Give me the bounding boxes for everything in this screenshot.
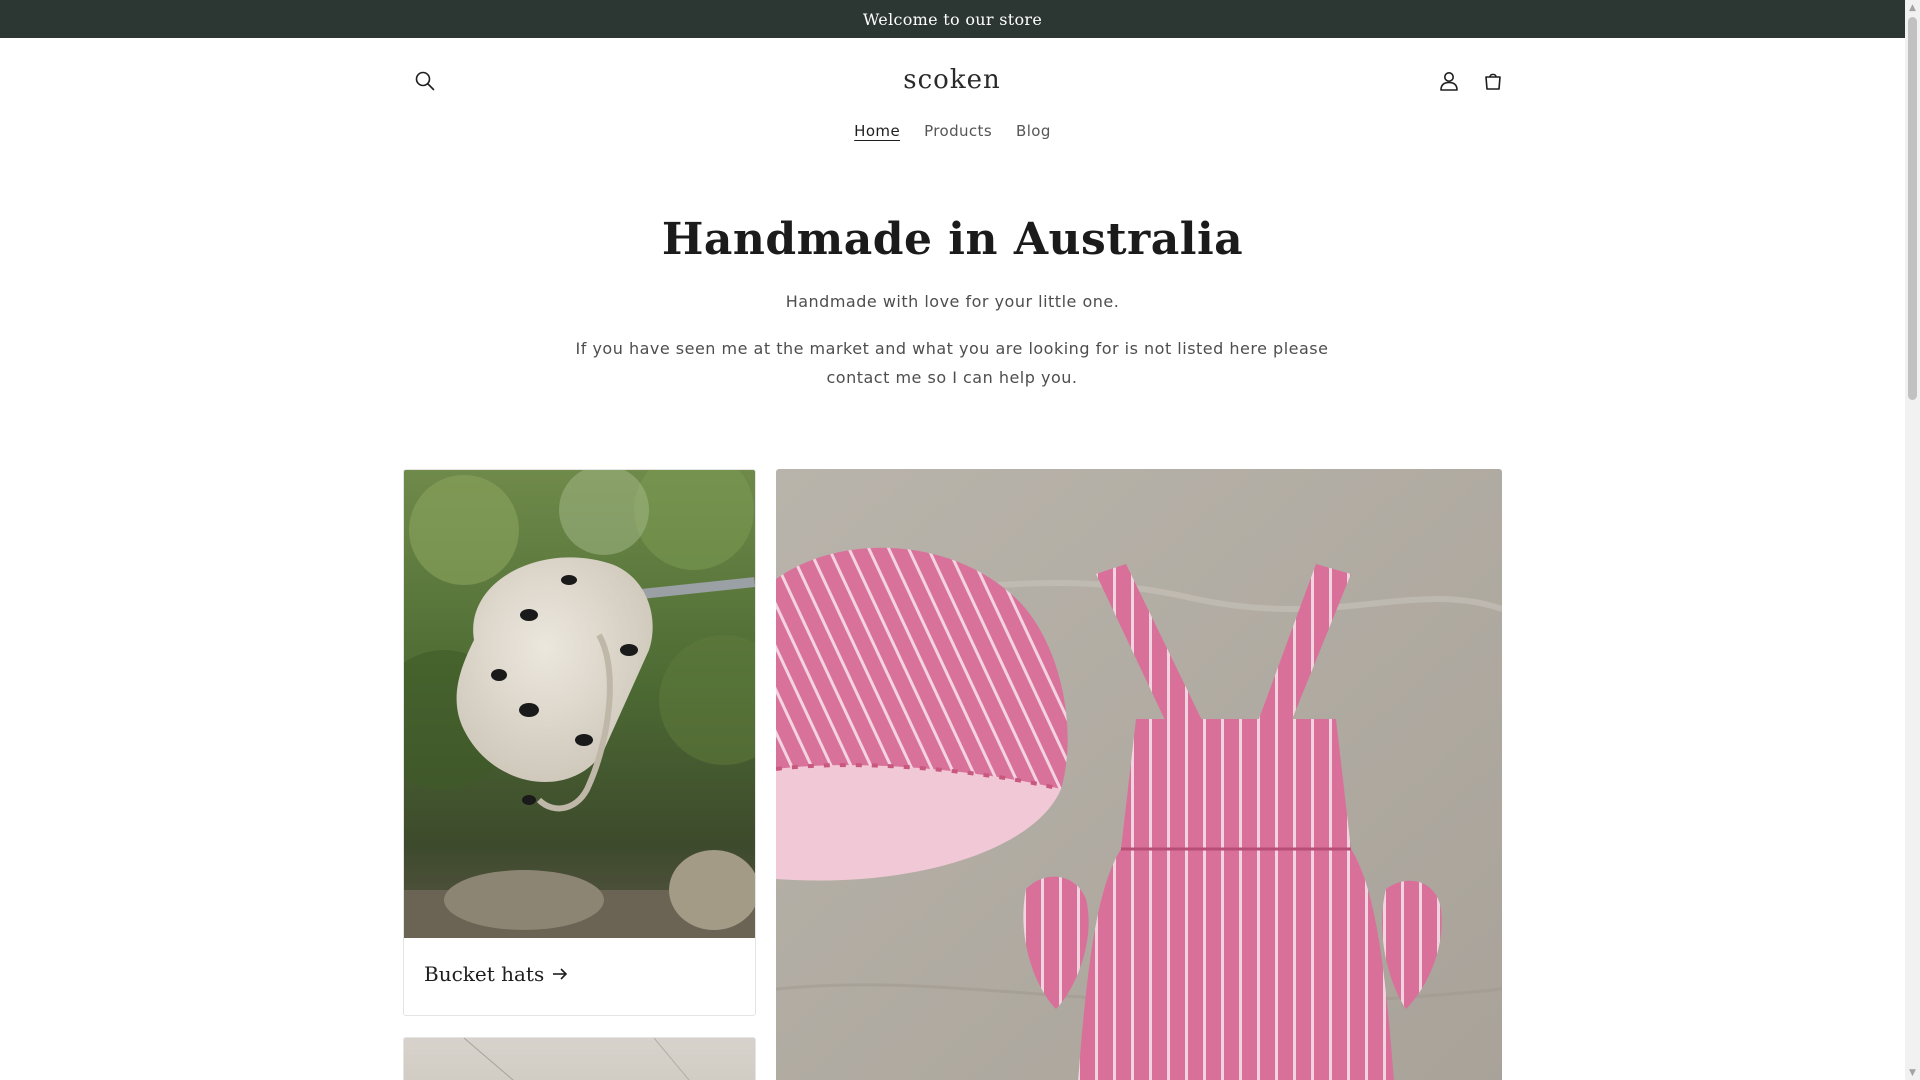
collection-title: Bucket hats [424,962,545,986]
page-scrollbar[interactable]: ▲ ▼ [1905,0,1920,1080]
collection-card-secondary[interactable] [403,1037,756,1080]
cart-button[interactable] [1472,62,1514,100]
search-icon [415,71,435,91]
nav-item-home[interactable]: Home [842,118,912,148]
collection-title-link[interactable]: Bucket hats [424,962,568,986]
arrow-right-icon [553,968,568,980]
pink-overalls-image [776,469,1502,1080]
collection-card-featured[interactable] [776,469,1502,1080]
account-icon [1440,72,1458,91]
nav-item-blog[interactable]: Blog [1004,118,1063,148]
bucket-hat-image [404,470,755,938]
hero-title: Handmade in Australia [661,214,1244,265]
main-nav: Home Products Blog [0,118,1905,148]
store-logo[interactable]: scoken [852,60,1052,100]
hero-subtitle: Handmade with love for your little one. [785,292,1120,311]
scrollbar-thumb[interactable] [1908,17,1917,400]
collection-card-bucket-hats[interactable]: Bucket hats [403,469,756,1016]
announcement-bar: Welcome to our store [0,0,1905,38]
scroll-up-arrow-icon[interactable]: ▲ [1905,0,1920,15]
announcement-text: Welcome to our store [862,9,1043,29]
account-button[interactable] [1428,62,1470,100]
cart-icon [1485,73,1501,90]
scroll-down-arrow-icon[interactable]: ▼ [1905,1065,1920,1080]
hero-body: If you have seen me at the market and wh… [575,339,1329,387]
nav-item-products[interactable]: Products [912,118,1004,148]
search-button[interactable] [404,62,446,100]
page: Welcome to our store scoken Home Product… [0,0,1905,1080]
collection-image-partial [463,1038,690,1080]
store-logo-text: scoken [903,65,1001,95]
